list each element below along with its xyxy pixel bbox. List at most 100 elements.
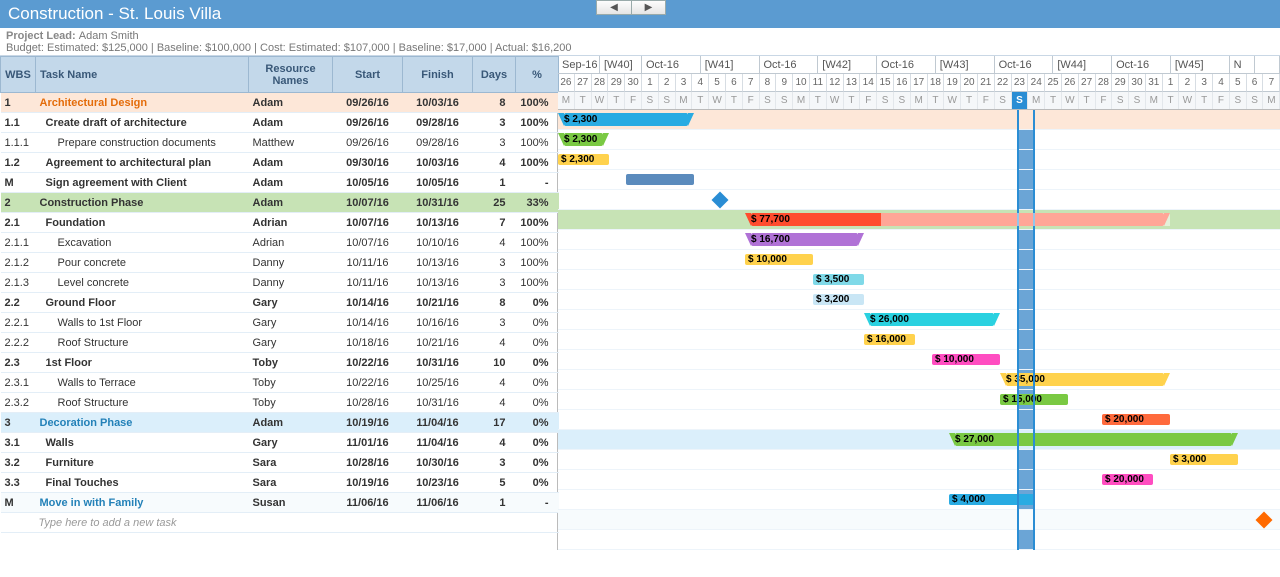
task-bar[interactable]: $ 10,000: [745, 254, 813, 265]
task-row[interactable]: 3.1WallsGary11/01/1611/04/1640%: [1, 433, 559, 453]
timeline-next-button[interactable]: ▶: [631, 0, 666, 15]
gantt-row[interactable]: $ 20,000: [558, 410, 1280, 430]
day-letter: W: [944, 92, 961, 109]
task-bar[interactable]: $ 20,000: [1102, 474, 1153, 485]
month-header: Oct-16: [995, 56, 1054, 74]
day-number: 3: [676, 74, 693, 92]
col-start[interactable]: Start: [333, 57, 403, 93]
day-number: 31: [1146, 74, 1163, 92]
task-bar[interactable]: $ 20,000: [1102, 414, 1170, 425]
day-number: 14: [860, 74, 877, 92]
task-row[interactable]: MMove in with FamilySusan11/06/1611/06/1…: [1, 493, 559, 513]
col-resource[interactable]: Resource Names: [249, 57, 333, 93]
task-row[interactable]: 2.3.1Walls to TerraceToby10/22/1610/25/1…: [1, 373, 559, 393]
task-bar[interactable]: $ 4,000: [949, 494, 1034, 505]
task-row[interactable]: 2.1FoundationAdrian10/07/1610/13/167100%: [1, 213, 559, 233]
task-bar[interactable]: $ 10,000: [932, 354, 1000, 365]
summary-bar[interactable]: $ 2,300: [564, 113, 688, 126]
day-letter: T: [844, 92, 861, 109]
task-bar[interactable]: $ 3,000: [1170, 454, 1238, 465]
milestone-icon[interactable]: [712, 192, 729, 209]
day-letter: F: [743, 92, 760, 109]
task-row[interactable]: 1.1.1Prepare construction documentsMatth…: [1, 133, 559, 153]
col-finish[interactable]: Finish: [403, 57, 473, 93]
task-row[interactable]: 2.31st FloorToby10/22/1610/31/16100%: [1, 353, 559, 373]
gantt-body[interactable]: $ 2,300 $ 2,300 $ 2,300 $ 77,700 $ 16,700 $ 1…: [558, 110, 1280, 550]
task-row[interactable]: 3.2FurnitureSara10/28/1610/30/1630%: [1, 453, 559, 473]
gantt-row[interactable]: $ 10,000: [558, 350, 1280, 370]
gantt-row[interactable]: $ 2,300: [558, 130, 1280, 150]
milestone-icon[interactable]: [1256, 512, 1273, 529]
col-wbs[interactable]: WBS: [1, 57, 36, 93]
gantt-row[interactable]: $ 4,000: [558, 490, 1280, 510]
gantt-row[interactable]: $ 16,700: [558, 230, 1280, 250]
task-bar[interactable]: $ 16,000: [864, 334, 915, 345]
gantt-row[interactable]: [558, 170, 1280, 190]
task-row[interactable]: 2.1.3Level concreteDanny10/11/1610/13/16…: [1, 273, 559, 293]
gantt-row[interactable]: $ 27,000: [558, 430, 1280, 450]
day-number: 1: [1163, 74, 1180, 92]
summary-bar[interactable]: $ 2,300: [564, 133, 603, 146]
project-lead-value: Adam Smith: [79, 30, 139, 42]
gantt-row[interactable]: $ 16,000: [558, 330, 1280, 350]
task-row[interactable]: 2Construction PhaseAdam10/07/1610/31/162…: [1, 193, 559, 213]
day-letter: S: [1112, 92, 1129, 109]
col-task-name[interactable]: Task Name: [36, 57, 249, 93]
day-number: 28: [592, 74, 609, 92]
task-bar[interactable]: $ 2,300: [558, 154, 609, 165]
day-number: 25: [1045, 74, 1062, 92]
task-row[interactable]: MSign agreement with ClientAdam10/05/161…: [1, 173, 559, 193]
task-row[interactable]: 2.2.2Roof StructureGary10/18/1610/21/164…: [1, 333, 559, 353]
day-number: 4: [1213, 74, 1230, 92]
col-pct[interactable]: %: [516, 57, 559, 93]
summary-bar[interactable]: $ 27,000: [955, 433, 1232, 446]
gantt-row[interactable]: $ 3,500: [558, 270, 1280, 290]
task-row[interactable]: 3.3Final TouchesSara10/19/1610/23/1650%: [1, 473, 559, 493]
summary-bar[interactable]: $ 16,700: [751, 233, 858, 246]
day-number: 19: [944, 74, 961, 92]
summary-bar[interactable]: $ 77,700: [751, 213, 1164, 226]
task-row[interactable]: 2.2Ground FloorGary10/14/1610/21/1680%: [1, 293, 559, 313]
task-row[interactable]: 1Architectural DesignAdam09/26/1610/03/1…: [1, 93, 559, 113]
day-letter: W: [1179, 92, 1196, 109]
task-row[interactable]: 2.3.2Roof StructureToby10/28/1610/31/164…: [1, 393, 559, 413]
new-task-row[interactable]: Type here to add a new task: [1, 513, 559, 533]
day-number: 6: [726, 74, 743, 92]
task-bar[interactable]: [626, 174, 694, 185]
gantt-row[interactable]: $ 10,000: [558, 250, 1280, 270]
task-bar[interactable]: $ 3,500: [813, 274, 864, 285]
summary-bar[interactable]: $ 26,000: [870, 313, 994, 326]
gantt-row[interactable]: $ 15,000: [558, 390, 1280, 410]
project-info: Project Lead: Adam Smith Budget: Estimat…: [0, 28, 1280, 56]
day-letter: T: [726, 92, 743, 109]
week-header: [W43]: [936, 56, 995, 74]
gantt-row[interactable]: $ 20,000: [558, 470, 1280, 490]
task-row[interactable]: 1.2Agreement to architectural planAdam09…: [1, 153, 559, 173]
gantt-row[interactable]: $ 2,300: [558, 110, 1280, 130]
task-row[interactable]: 1.1Create draft of architectureAdam09/26…: [1, 113, 559, 133]
gantt-row[interactable]: $ 3,000: [558, 450, 1280, 470]
task-row[interactable]: 2.1.2Pour concreteDanny10/11/1610/13/163…: [1, 253, 559, 273]
day-letter: T: [1196, 92, 1213, 109]
task-row[interactable]: 2.1.1ExcavationAdrian10/07/1610/10/16410…: [1, 233, 559, 253]
col-days[interactable]: Days: [473, 57, 516, 93]
task-bar[interactable]: $ 3,200: [813, 294, 864, 305]
gantt-row[interactable]: [558, 510, 1280, 530]
gantt-row[interactable]: $ 26,000: [558, 310, 1280, 330]
timeline-prev-button[interactable]: ◀: [596, 0, 631, 15]
task-row[interactable]: 2.2.1Walls to 1st FloorGary10/14/1610/16…: [1, 313, 559, 333]
day-letter: F: [1096, 92, 1113, 109]
gantt-row[interactable]: $ 77,700: [558, 210, 1280, 230]
gantt-row[interactable]: $ 35,000: [558, 370, 1280, 390]
day-letter: S: [1129, 92, 1146, 109]
day-number: 27: [575, 74, 592, 92]
gantt-row[interactable]: [558, 190, 1280, 210]
gantt-row[interactable]: $ 2,300: [558, 150, 1280, 170]
day-letter: M: [1146, 92, 1163, 109]
task-row[interactable]: 3Decoration PhaseAdam10/19/1611/04/16170…: [1, 413, 559, 433]
summary-bar[interactable]: $ 35,000: [1006, 373, 1164, 386]
gantt-row[interactable]: $ 3,200: [558, 290, 1280, 310]
day-letter: W: [709, 92, 726, 109]
day-number: 7: [743, 74, 760, 92]
project-lead-label: Project Lead:: [6, 30, 79, 42]
